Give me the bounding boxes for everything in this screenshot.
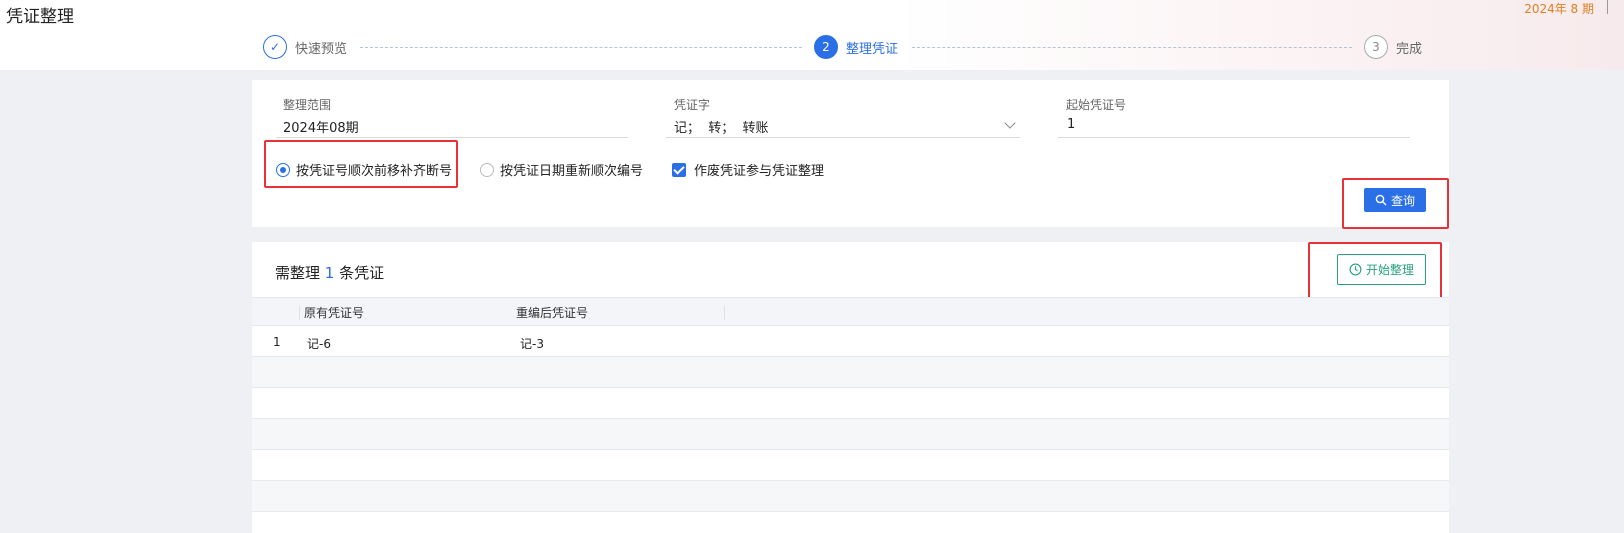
step-connector	[360, 47, 802, 48]
checkbox-label: 作废凭证参与凭证整理	[694, 164, 825, 179]
radio-unselected-icon[interactable]	[480, 162, 494, 177]
column-divider	[724, 306, 725, 320]
summary-text: 需整理 1 条凭证	[275, 262, 384, 283]
checkbox-include-void[interactable]: 作废凭证参与凭证整理	[672, 160, 824, 179]
check-icon: ✓	[263, 35, 287, 59]
step-connector	[912, 47, 1352, 48]
table-row-empty	[252, 419, 1449, 450]
table-row-empty	[252, 481, 1449, 512]
result-panel: 需整理 1 条凭证 开始整理 原有凭证号 重编后凭证号 1 记-6 记-3	[252, 242, 1449, 533]
cell-renumbered: 记-3	[520, 337, 544, 351]
start-number-input[interactable]: 1	[1067, 117, 1075, 132]
column-divider	[299, 306, 300, 320]
table-row-empty	[252, 512, 1449, 533]
chevron-down-icon[interactable]	[1004, 117, 1016, 129]
top-bar: 凭证整理 2024年 8 期 ✓ 快速预览 2 整理凭证 3 完成	[0, 0, 1624, 70]
table-row-empty	[252, 388, 1449, 419]
radio-label: 按凭证日期重新顺次编号	[500, 164, 644, 179]
radio-renumber-by-date[interactable]: 按凭证日期重新顺次编号	[480, 160, 643, 179]
step-organize[interactable]: 2 整理凭证	[814, 35, 898, 59]
divider	[1607, 0, 1608, 14]
row-index: 1	[273, 335, 281, 349]
highlight-box	[1342, 178, 1449, 229]
filter-panel: 整理范围 2024年08期 凭证字 记； 转； 转账 起始凭证号 1 按凭证号顺…	[252, 80, 1449, 229]
word-underline	[666, 137, 1020, 138]
step-label: 完成	[1396, 41, 1423, 57]
range-underline	[276, 137, 628, 138]
voucher-word-select[interactable]: 记； 转； 转账	[674, 117, 769, 136]
step-number: 2	[814, 35, 838, 59]
cell-original: 记-6	[307, 337, 331, 351]
step-label: 整理凭证	[846, 41, 899, 57]
summary-suffix: 条凭证	[339, 264, 385, 282]
table-row[interactable]: 1 记-6 记-3	[252, 326, 1449, 357]
checkbox-checked-icon[interactable]	[672, 162, 686, 177]
table-row-empty	[252, 450, 1449, 481]
summary-count: 1	[324, 264, 335, 282]
table-row-empty	[252, 357, 1449, 388]
page-title: 凭证整理	[6, 7, 74, 27]
start-label: 起始凭证号	[1066, 98, 1127, 112]
column-original: 原有凭证号	[304, 306, 365, 320]
range-label: 整理范围	[283, 98, 332, 112]
period-label: 2024年 8 期	[1524, 2, 1594, 16]
column-renumbered: 重编后凭证号	[516, 306, 589, 320]
range-field[interactable]: 2024年08期	[283, 117, 359, 136]
highlight-box	[1308, 242, 1442, 299]
step-complete[interactable]: 3 完成	[1364, 35, 1422, 59]
highlight-box	[264, 140, 458, 188]
step-number: 3	[1364, 35, 1388, 59]
summary-prefix: 需整理	[275, 264, 321, 282]
word-label: 凭证字	[674, 98, 711, 112]
start-underline	[1058, 137, 1410, 138]
step-label: 快速预览	[295, 41, 348, 57]
table-header: 原有凭证号 重编后凭证号	[252, 297, 1449, 326]
step-quick-preview[interactable]: ✓ 快速预览	[263, 35, 347, 59]
